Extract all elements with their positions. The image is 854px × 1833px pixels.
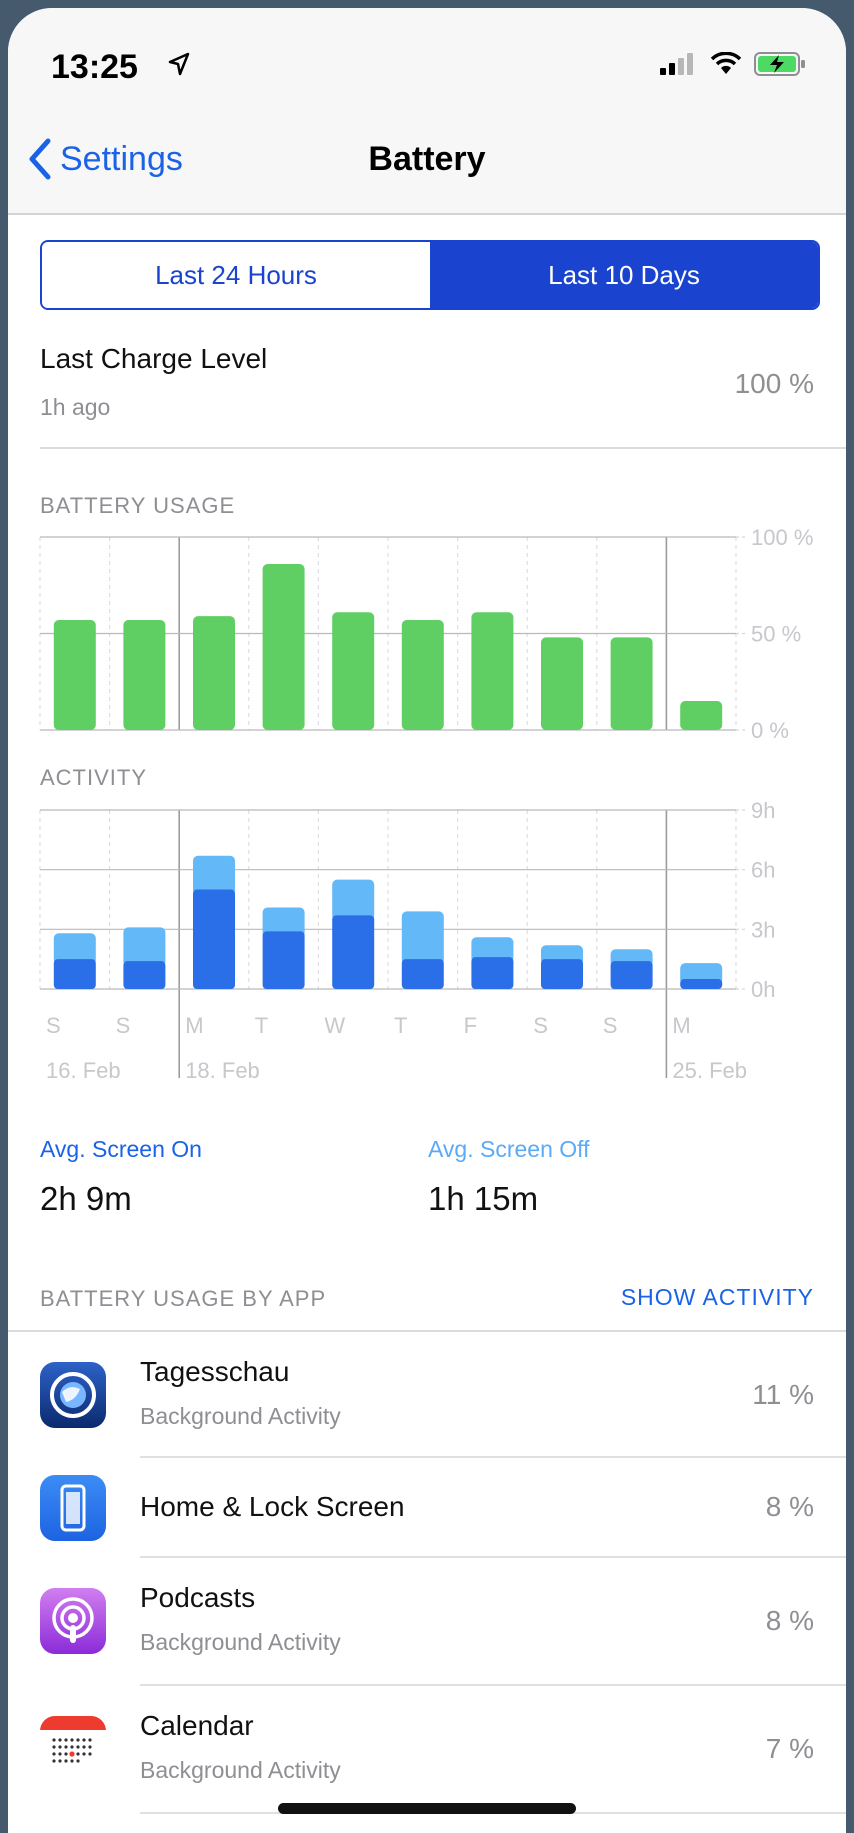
app-name: Calendar [140, 1710, 254, 1741]
activity-bar-screen-on [541, 959, 583, 989]
app-row-podcasts[interactable]: Podcasts Background Activity 8 % [8, 1558, 846, 1686]
app-row-calendar[interactable]: Calendar Background Activity 7 % [8, 1686, 846, 1814]
y-tick-label: 100 % [751, 525, 813, 550]
date-label: 18. Feb [185, 1058, 260, 1083]
y-tick-label: 9h [751, 798, 775, 823]
page-title: Battery [368, 140, 486, 178]
day-label: M [672, 1013, 690, 1038]
app-name: Tagesschau [140, 1356, 290, 1387]
day-label: M [185, 1013, 203, 1038]
calendar-app-icon [40, 1716, 106, 1782]
avg-screen-off-value: 1h 15m [428, 1180, 539, 1217]
activity-bar-screen-off [401, 911, 444, 966]
y-tick-label: 50 % [751, 622, 801, 647]
day-label: W [324, 1013, 345, 1038]
y-tick-label: 0 % [751, 718, 789, 743]
app-subtitle: Background Activity [140, 1629, 341, 1655]
avg-screen-off-label: Avg. Screen Off [428, 1136, 590, 1162]
app-name: Podcasts [140, 1582, 256, 1613]
battery-bar [541, 637, 583, 730]
activity-bar-screen-on [610, 961, 653, 989]
activity-bar-screen-on [123, 961, 166, 989]
activity-bar-screen-on [471, 957, 514, 989]
phone-screen: 13:25 Settings Battery Last 24 Hours Las… [8, 8, 846, 1833]
day-label: T [394, 1013, 407, 1038]
app-percentage: 8 % [765, 1491, 814, 1522]
app-subtitle: Background Activity [140, 1757, 341, 1783]
cellular-signal-icon [660, 53, 693, 75]
home-lock-screen-app-icon [40, 1475, 106, 1541]
location-arrow-icon [168, 52, 190, 76]
battery-bar [401, 619, 444, 730]
show-activity-button[interactable]: SHOW ACTIVITY [621, 1284, 814, 1311]
activity-bar-screen-on [401, 959, 444, 989]
status-time: 13:25 [51, 48, 138, 86]
last-charge-value: 100 % [734, 368, 814, 399]
y-tick-label: 3h [751, 917, 775, 942]
y-tick-label: 6h [751, 858, 775, 883]
activity-bar-screen-on [332, 915, 375, 989]
app-name: Home & Lock Screen [140, 1491, 405, 1522]
podcast-icon [52, 1597, 94, 1643]
segment-last-24-hours[interactable]: Last 24 Hours [42, 242, 430, 308]
avg-screen-on-label: Avg. Screen On [40, 1136, 202, 1162]
battery-usage-chart: 100 % 50 % 0 % [39, 525, 813, 743]
app-percentage: 7 % [765, 1733, 814, 1764]
time-range-segmented-control: Last 24 Hours Last 10 Days [40, 240, 820, 310]
tagesschau-app-icon [40, 1362, 106, 1428]
battery-bar [262, 564, 305, 730]
last-charge-title: Last Charge Level [40, 343, 268, 374]
segment-last-10-days[interactable]: Last 10 Days [430, 242, 818, 308]
app-row-home-lock-screen[interactable]: Home & Lock Screen 8 % [8, 1458, 846, 1558]
home-indicator [278, 1803, 576, 1814]
battery-bar [53, 619, 96, 730]
app-percentage: 11 % [752, 1379, 814, 1410]
battery-bar [471, 612, 514, 730]
app-row-tagesschau[interactable]: Tagesschau Background Activity 11 % [8, 1332, 846, 1458]
activity-bar-screen-on [262, 931, 305, 989]
phone-icon [60, 1484, 86, 1532]
date-label: 16. Feb [46, 1058, 121, 1083]
wifi-icon [710, 52, 742, 74]
day-label: S [603, 1013, 618, 1038]
battery-bar [680, 701, 723, 730]
day-label: F [464, 1013, 477, 1038]
activity-bar-screen-off [332, 879, 375, 922]
battery-bar [610, 637, 653, 730]
avg-screen-on-value: 2h 9m [40, 1180, 132, 1217]
battery-bar [123, 619, 166, 730]
globe-icon [50, 1372, 96, 1418]
podcasts-app-icon [40, 1588, 106, 1654]
battery-charging-icon [754, 52, 805, 76]
activity-bar-screen-on [53, 959, 96, 989]
app-subtitle: Background Activity [140, 1403, 341, 1429]
y-tick-label: 0h [751, 977, 775, 1002]
activity-bar-screen-on [193, 889, 235, 989]
navigation-bar: 13:25 Settings Battery [8, 8, 846, 215]
activity-chart: S S M T W T F S S M 9h 6h 3h 0h 16. Feb 18. Feb 25. Feb [39, 798, 775, 1083]
day-label: S [116, 1013, 131, 1038]
day-label: S [46, 1013, 61, 1038]
battery-usage-by-app-header: BATTERY USAGE BY APP [40, 1286, 327, 1311]
status-icons [660, 52, 806, 76]
day-label: T [255, 1013, 268, 1038]
divider [40, 447, 846, 449]
calendar-icon [40, 1716, 106, 1763]
day-label: S [533, 1013, 548, 1038]
battery-bar [193, 616, 235, 730]
app-percentage: 8 % [765, 1605, 814, 1636]
last-charge-ago: 1h ago [40, 394, 111, 420]
activity-bar-screen-on [680, 979, 723, 989]
battery-bar [332, 612, 375, 730]
date-label: 25. Feb [672, 1058, 747, 1083]
